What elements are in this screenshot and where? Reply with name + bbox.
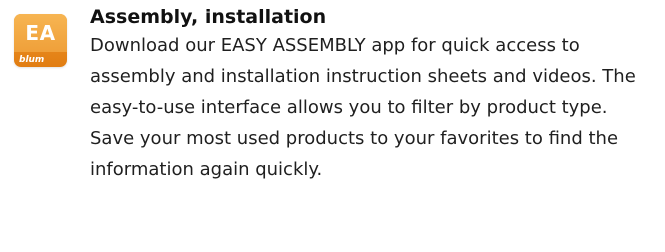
section-title: Assembly, installation [90, 6, 327, 28]
app-icon-brand: blum [19, 55, 45, 65]
app-info-text: Assembly, installation Download our EASY… [90, 4, 655, 185]
app-icon-label: EA [25, 21, 56, 45]
easy-assembly-app-icon: EA blum [14, 14, 67, 67]
app-info-card: EA blum Assembly, installation Download … [0, 0, 665, 252]
section-description: Download our EASY ASSEMBLY app for quick… [90, 35, 636, 180]
